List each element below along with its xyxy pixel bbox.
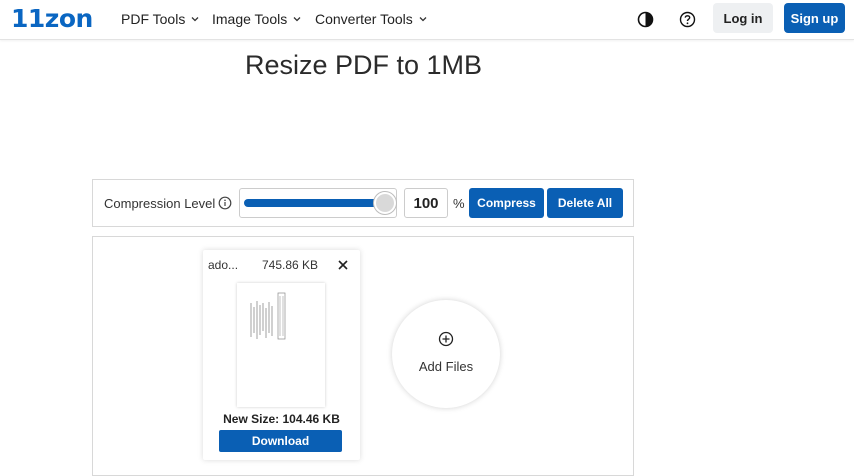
- theme-toggle-button[interactable]: [634, 8, 656, 30]
- nav-pdf-tools[interactable]: PDF Tools: [121, 11, 199, 27]
- add-files-button[interactable]: Add Files: [392, 300, 500, 408]
- signup-button[interactable]: Sign up: [784, 3, 845, 33]
- info-icon[interactable]: [218, 196, 232, 210]
- compression-level-label: Compression Level: [104, 196, 216, 211]
- compression-value-input[interactable]: 100: [404, 188, 448, 218]
- nav-pdf-tools-label: PDF Tools: [121, 11, 186, 27]
- download-button[interactable]: Download: [219, 430, 342, 452]
- file-thumbnail: [237, 283, 325, 407]
- new-size-label: New Size: 104.46 KB: [223, 412, 340, 426]
- chevron-down-icon: [191, 17, 199, 22]
- close-icon: [338, 260, 348, 270]
- logo[interactable]: 11zon: [11, 4, 93, 33]
- percent-sign: %: [453, 196, 465, 211]
- compress-button[interactable]: Compress: [469, 188, 544, 218]
- chevron-down-icon: [419, 17, 427, 22]
- delete-all-button[interactable]: Delete All: [547, 188, 623, 218]
- compression-slider[interactable]: [239, 188, 397, 218]
- slider-thumb[interactable]: [374, 192, 396, 214]
- plus-circle-icon: [438, 331, 454, 347]
- files-dropzone: ado... 745.86 KB New Size: 104.46 KB Dow…: [92, 236, 634, 476]
- nav-image-tools[interactable]: Image Tools: [212, 11, 301, 27]
- file-card: ado... 745.86 KB New Size: 104.46 KB Dow…: [203, 250, 360, 460]
- top-navbar: 11zon PDF Tools Image Tools Converter To…: [0, 0, 854, 40]
- compression-toolbar: Compression Level 100 % Compress Delete …: [92, 179, 634, 227]
- nav-converter-tools[interactable]: Converter Tools: [315, 11, 427, 27]
- chevron-down-icon: [293, 17, 301, 22]
- page-title: Resize PDF to 1MB: [244, 50, 483, 80]
- slider-track: [244, 199, 392, 207]
- pdf-page-preview: [250, 292, 286, 340]
- help-button[interactable]: [676, 8, 698, 30]
- add-files-label: Add Files: [418, 359, 474, 374]
- file-name: ado...: [208, 258, 239, 272]
- login-button[interactable]: Log in: [713, 3, 773, 33]
- remove-file-button[interactable]: [333, 255, 353, 275]
- help-icon: [679, 11, 695, 27]
- nav-converter-tools-label: Converter Tools: [315, 11, 413, 27]
- file-size: 745.86 KB: [262, 258, 319, 272]
- nav-image-tools-label: Image Tools: [212, 11, 288, 27]
- contrast-icon: [637, 11, 653, 27]
